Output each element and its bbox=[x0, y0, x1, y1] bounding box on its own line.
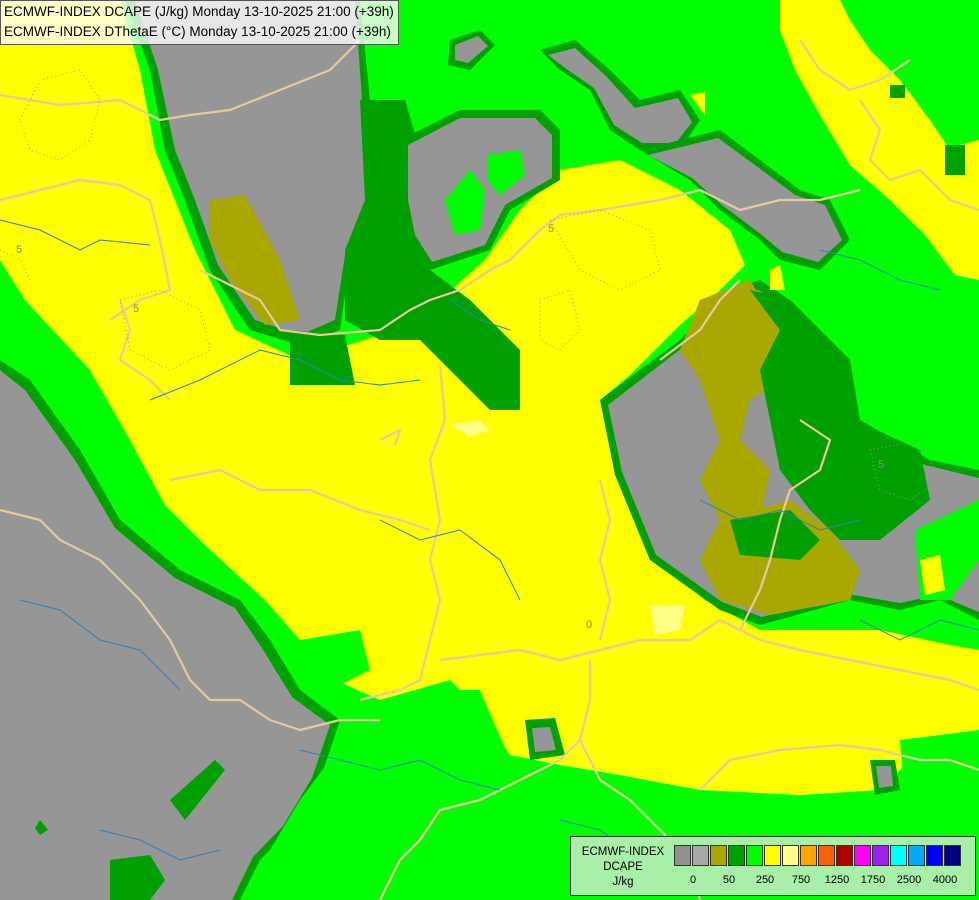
legend-title-line2: DCAPE bbox=[603, 861, 643, 873]
contour-label-c: 5 bbox=[133, 303, 139, 315]
legend-tick-label: 1250 bbox=[824, 874, 850, 886]
legend-tick-label: 1750 bbox=[860, 874, 886, 886]
legend-swatch bbox=[854, 845, 871, 866]
legend-swatch bbox=[782, 845, 799, 866]
map-title-box: ECMWF-INDEX DCAPE (J/kg) Monday 13-10-20… bbox=[0, 0, 399, 45]
legend-swatch bbox=[764, 845, 781, 866]
legend-swatch bbox=[746, 845, 763, 866]
legend-swatch bbox=[728, 845, 745, 866]
dthetae-title: ECMWF-INDEX DThetaE (°C) Monday 13-10-20… bbox=[4, 24, 391, 39]
legend-title: ECMWF-INDEX DCAPE J/kg bbox=[575, 845, 671, 890]
legend-tick-label: 2500 bbox=[896, 874, 922, 886]
legend-unit: J/kg bbox=[612, 876, 634, 888]
legend-tick-label: 50 bbox=[722, 874, 736, 886]
color-legend: ECMWF-INDEX DCAPE J/kg 0 50 250 750 1250 1750… bbox=[570, 836, 976, 896]
dcape-map: 5 5 5 5 0 bbox=[0, 0, 979, 900]
legend-swatch bbox=[710, 845, 727, 866]
contour-label-b: 5 bbox=[548, 223, 554, 235]
legend-tick-label: 250 bbox=[755, 874, 775, 886]
legend-swatches bbox=[674, 845, 962, 867]
legend-swatch bbox=[674, 845, 691, 866]
legend-tick-label: 4000 bbox=[932, 874, 958, 886]
legend-tick-labels: 0 50 250 750 1250 1750 2500 4000 bbox=[674, 874, 974, 890]
legend-swatch bbox=[908, 845, 925, 866]
contour-label-e: 0 bbox=[586, 619, 592, 631]
legend-swatch bbox=[818, 845, 835, 866]
legend-swatch bbox=[926, 845, 943, 866]
legend-title-line1: ECMWF-INDEX bbox=[581, 846, 665, 858]
dcape-title: ECMWF-INDEX DCAPE (J/kg) Monday 13-10-20… bbox=[4, 4, 394, 19]
legend-swatch bbox=[872, 845, 889, 866]
legend-tick-label: 0 bbox=[689, 874, 697, 886]
legend-swatch bbox=[890, 845, 907, 866]
contour-label-d: 5 bbox=[878, 459, 884, 471]
legend-tick-label: 750 bbox=[791, 874, 811, 886]
legend-swatch bbox=[836, 845, 853, 866]
legend-swatch bbox=[944, 845, 961, 866]
contour-label-a: 5 bbox=[16, 244, 22, 256]
legend-swatch bbox=[800, 845, 817, 866]
legend-swatch bbox=[692, 845, 709, 866]
